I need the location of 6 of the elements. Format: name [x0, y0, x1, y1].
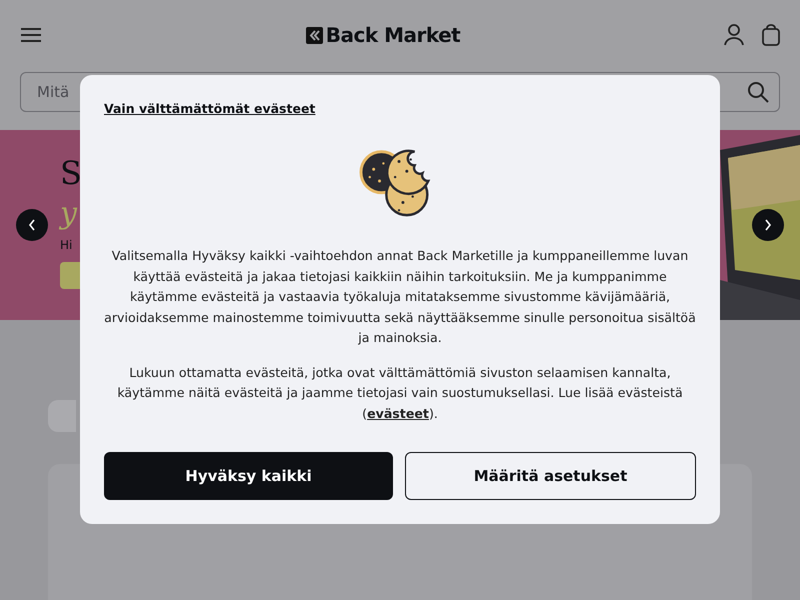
banner-subline: y — [60, 195, 77, 233]
banner-headline: S — [60, 153, 82, 194]
cookie-info-text: Valitsemalla Hyväksy kaikki -vaihtoehdon annat Back Marketille ja kumppaneillemme luvan käyttää evästeitä ja jakaa tietojasi kaikkiin näihin tarkoituksiin. Me ja kumppanimme käytämme evästeitä ja vastaavia työkaluja mitataksemme sivustomme kävijämääriä, arvioidaksemme mainostemme toimivuutta sekä näyttääksemme sinulle personoitua sisältöä ja mainoksia. — [104, 247, 696, 347]
cookie-info-text: Lukuun ottamatta evästeitä, jotka ovat välttämättömiä sivuston selaamisen kannalta, käytämme näitä evästeitä ja jaamme tietojasi vain suostumuksellasi. Lue lisää evästeistä (evästeet). — [116, 364, 684, 422]
search-placeholder: Mitä — [37, 83, 70, 101]
banner-caption: Hi — [60, 238, 72, 252]
